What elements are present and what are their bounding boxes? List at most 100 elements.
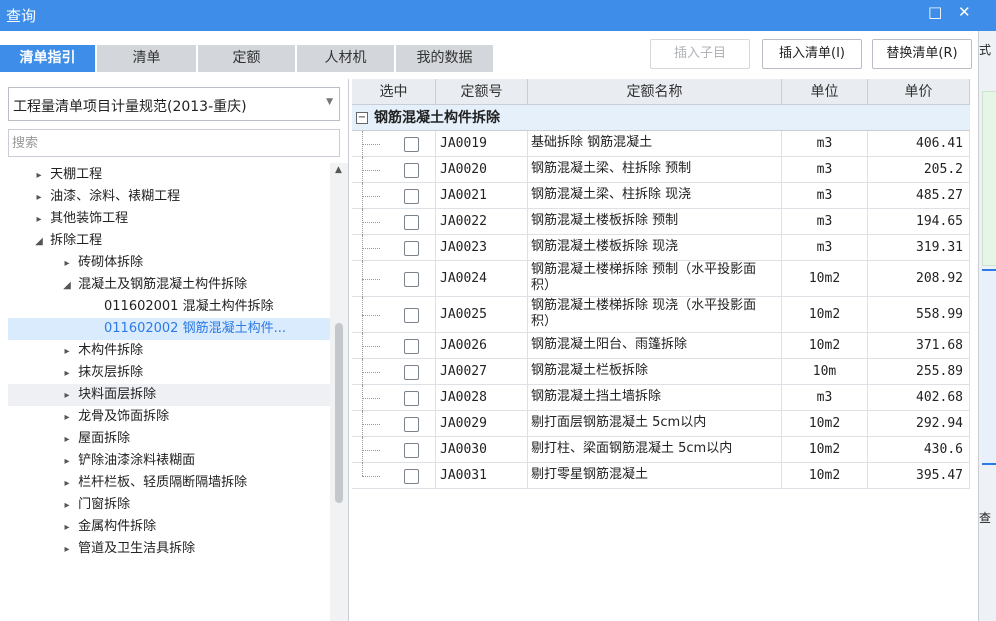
scrollbar-thumb[interactable] — [335, 323, 343, 503]
minimize-icon[interactable]: □ — [928, 3, 942, 21]
tab-my-data[interactable]: 我的数据 — [396, 45, 494, 72]
insert-list-button[interactable]: 插入清单(I) — [762, 39, 862, 69]
expand-icon[interactable]: ▸ — [60, 363, 74, 385]
column-header-unit[interactable]: 单位 — [782, 79, 868, 105]
table-row[interactable]: JA0025 钢筋混凝土楼梯拆除 现浇（水平投影面积） 10m2 558.99 — [352, 297, 970, 333]
table-row[interactable]: JA0020 钢筋混凝土梁、柱拆除 预制 m3 205.2 — [352, 157, 970, 183]
tree-scrollbar[interactable]: ▲ — [330, 163, 348, 621]
row-checkbox[interactable] — [404, 390, 419, 406]
tree-item[interactable]: ◢ 拆除工程 — [8, 230, 330, 252]
tree-item[interactable]: ▸ 屋面拆除 — [8, 428, 330, 450]
column-header-code[interactable]: 定额号 — [436, 79, 528, 105]
close-icon[interactable]: ✕ — [958, 3, 971, 21]
column-header-price[interactable]: 单价 — [868, 79, 970, 105]
table-row[interactable]: JA0022 钢筋混凝土楼板拆除 预制 m3 194.65 — [352, 209, 970, 235]
insert-child-button[interactable]: 插入子目 — [650, 39, 750, 69]
table-row[interactable]: JA0026 钢筋混凝土阳台、雨篷拆除 10m2 371.68 — [352, 333, 970, 359]
group-row[interactable]: − 钢筋混凝土构件拆除 — [352, 105, 970, 131]
collapse-icon[interactable]: ◢ — [32, 231, 46, 253]
select-cell — [352, 209, 436, 235]
tree-item[interactable]: 011602001 混凝土构件拆除 — [8, 296, 330, 318]
unit-price: 395.47 — [916, 468, 963, 483]
tree-item[interactable]: ▸ 砖砌体拆除 — [8, 252, 330, 274]
row-checkbox[interactable] — [404, 240, 419, 256]
quota-name-cell: 钢筋混凝土楼梯拆除 现浇（水平投影面积） — [528, 297, 782, 332]
unit-cell: 10m2 — [782, 463, 868, 488]
tree-item[interactable]: ▸ 木构件拆除 — [8, 340, 330, 362]
table-row[interactable]: JA0030 剔打柱、梁面钢筋混凝土 5cm以内 10m2 430.6 — [352, 437, 970, 463]
search-input[interactable] — [9, 130, 339, 156]
expand-icon[interactable]: ▸ — [60, 451, 74, 473]
table-row[interactable]: JA0021 钢筋混凝土梁、柱拆除 现浇 m3 485.27 — [352, 183, 970, 209]
table-row[interactable]: JA0023 钢筋混凝土楼板拆除 现浇 m3 319.31 — [352, 235, 970, 261]
tree-item[interactable]: ▸ 门窗拆除 — [8, 494, 330, 516]
tree-item[interactable]: ▸ 块料面层拆除 — [8, 384, 330, 406]
expand-icon[interactable]: ▸ — [60, 517, 74, 539]
table-row[interactable]: JA0027 钢筋混凝土栏板拆除 10m 255.89 — [352, 359, 970, 385]
tree-line — [362, 248, 380, 249]
tab-list[interactable]: 清单 — [97, 45, 197, 72]
tree-item[interactable]: 011602002 钢筋混凝土构件... — [8, 318, 330, 340]
row-checkbox[interactable] — [404, 338, 419, 354]
expand-icon[interactable]: ▸ — [60, 539, 74, 561]
unit-price: 430.6 — [923, 442, 963, 457]
row-checkbox[interactable] — [404, 307, 419, 323]
collapse-icon[interactable]: − — [356, 112, 368, 124]
quota-code: JA0027 — [440, 364, 487, 379]
expand-icon[interactable]: ▸ — [60, 407, 74, 429]
unit-price-cell: 208.92 — [868, 261, 970, 296]
column-header-name[interactable]: 定额名称 — [528, 79, 782, 105]
table-row[interactable]: JA0024 钢筋混凝土楼梯拆除 预制（水平投影面积） 10m2 208.92 — [352, 261, 970, 297]
expand-icon[interactable]: ▸ — [60, 341, 74, 363]
collapse-icon[interactable]: ◢ — [60, 275, 74, 297]
quota-name-cell: 剔打面层钢筋混凝土 5cm以内 — [528, 411, 782, 436]
tree-item[interactable]: ▸ 天棚工程 — [8, 164, 330, 186]
row-checkbox[interactable] — [404, 416, 419, 432]
tree-item[interactable]: ▸ 金属构件拆除 — [8, 516, 330, 538]
row-checkbox[interactable] — [404, 162, 419, 178]
quota-code-cell: JA0024 — [436, 261, 528, 296]
tree-item[interactable]: ◢ 混凝土及钢筋混凝土构件拆除 — [8, 274, 330, 296]
row-checkbox[interactable] — [404, 364, 419, 380]
tree-item[interactable]: ▸ 龙骨及饰面拆除 — [8, 406, 330, 428]
quota-name: 基础拆除 钢筋混凝土 — [531, 135, 653, 150]
tab-quota[interactable]: 定额 — [198, 45, 296, 72]
tree-item[interactable]: ▸ 栏杆栏板、轻质隔断隔墙拆除 — [8, 472, 330, 494]
scroll-up-icon[interactable]: ▲ — [335, 165, 342, 175]
replace-list-button[interactable]: 替换清单(R) — [872, 39, 972, 69]
row-checkbox[interactable] — [404, 442, 419, 458]
tree-line — [362, 144, 380, 145]
expand-icon[interactable]: ▸ — [60, 429, 74, 451]
quota-code-cell: JA0021 — [436, 183, 528, 208]
expand-icon[interactable]: ▸ — [32, 165, 46, 187]
expand-icon[interactable]: ▸ — [60, 385, 74, 407]
tree-item[interactable]: ▸ 其他装饰工程 — [8, 208, 330, 230]
expand-icon[interactable]: ▸ — [60, 473, 74, 495]
tree-item-label: 拆除工程 — [50, 233, 103, 248]
expand-icon[interactable]: ▸ — [60, 495, 74, 517]
row-checkbox[interactable] — [404, 188, 419, 204]
tree-item[interactable]: ▸ 抹灰层拆除 — [8, 362, 330, 384]
tree-item[interactable]: ▸ 管道及卫生洁具拆除 — [8, 538, 330, 560]
search-box[interactable] — [8, 129, 340, 157]
table-row[interactable]: JA0019 基础拆除 钢筋混凝土 m3 406.41 — [352, 131, 970, 157]
spec-select[interactable]: 工程量清单项目计量规范(2013-重庆) ▼ — [8, 87, 340, 121]
tab-materials[interactable]: 人材机 — [297, 45, 395, 72]
row-checkbox[interactable] — [404, 214, 419, 230]
tree-line — [362, 196, 380, 197]
row-checkbox[interactable] — [404, 271, 419, 287]
unit: 10m2 — [808, 307, 841, 322]
column-header-select[interactable]: 选中 — [352, 79, 436, 105]
quota-code: JA0026 — [440, 338, 487, 353]
expand-icon[interactable]: ▸ — [32, 187, 46, 209]
tree-item[interactable]: ▸ 铲除油漆涂料裱糊面 — [8, 450, 330, 472]
expand-icon[interactable]: ▸ — [32, 209, 46, 231]
table-row[interactable]: JA0029 剔打面层钢筋混凝土 5cm以内 10m2 292.94 — [352, 411, 970, 437]
expand-icon[interactable]: ▸ — [60, 253, 74, 275]
table-row[interactable]: JA0031 剔打零星钢筋混凝土 10m2 395.47 — [352, 463, 970, 489]
row-checkbox[interactable] — [404, 136, 419, 152]
tab-list-guide[interactable]: 清单指引 — [0, 45, 96, 72]
row-checkbox[interactable] — [404, 468, 419, 484]
table-row[interactable]: JA0028 钢筋混凝土挡土墙拆除 m3 402.68 — [352, 385, 970, 411]
tree-item[interactable]: ▸ 油漆、涂料、裱糊工程 — [8, 186, 330, 208]
